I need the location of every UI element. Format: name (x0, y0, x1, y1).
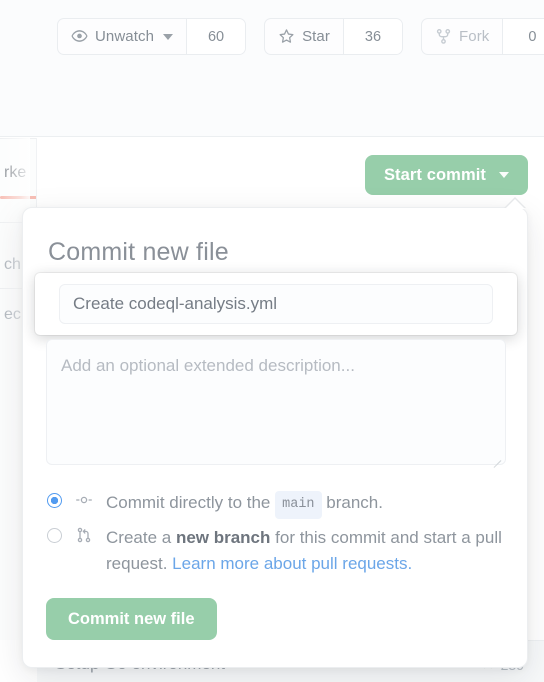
commit-directly-text-after: branch. (326, 493, 383, 512)
branch-name-chip: main (275, 491, 322, 519)
learn-more-pull-requests-link[interactable]: Learn more about pull requests. (172, 554, 412, 573)
page-root: Unwatch 60 Star 36 Fork 0 Start commit r… (0, 0, 544, 682)
commit-description-textarea[interactable] (46, 339, 506, 465)
commit-new-file-dialog: Commit new file Commit directly to the m… (22, 197, 528, 668)
chevron-down-icon (499, 172, 509, 178)
commit-new-file-button[interactable]: Commit new file (46, 598, 217, 640)
option-create-new-branch-label: Create a new branch for this commit and … (106, 525, 514, 577)
repo-social-buttons: Unwatch 60 Star 36 Fork 0 (57, 18, 544, 55)
radio-commit-directly[interactable] (47, 493, 62, 508)
option-create-new-branch[interactable]: Create a new branch for this commit and … (47, 525, 514, 577)
start-commit-row: Start commit (364, 155, 528, 195)
option-commit-directly-label: Commit directly to the main branch. (106, 490, 383, 519)
radio-create-new-branch[interactable] (47, 528, 62, 543)
start-commit-label: Start commit (383, 165, 486, 184)
start-commit-button[interactable]: Start commit (364, 155, 528, 195)
star-count: 36 (342, 19, 402, 54)
star-icon (278, 28, 295, 45)
fork-count: 0 (502, 19, 544, 54)
watch-button-group[interactable]: Unwatch 60 (57, 18, 247, 55)
background-tab-marketplace[interactable]: rke (4, 164, 26, 182)
background-tab-search[interactable]: ch (4, 256, 21, 274)
git-pull-request-icon (75, 527, 93, 548)
chevron-down-icon (163, 33, 174, 40)
repo-header: Unwatch 60 Star 36 Fork 0 (0, 0, 544, 137)
new-branch-text-before: Create a (106, 528, 172, 547)
commit-message-input[interactable] (59, 284, 493, 324)
dialog-caret (505, 199, 525, 209)
commit-message-focus-ring (35, 273, 517, 335)
fork-label: Fork (458, 28, 490, 45)
fork-button[interactable]: Fork (422, 19, 502, 54)
git-commit-icon (75, 492, 93, 513)
unwatch-label: Unwatch (95, 28, 155, 45)
unwatch-button[interactable]: Unwatch (58, 19, 186, 54)
background-tab-underline (0, 196, 36, 199)
fork-button-group[interactable]: Fork 0 (420, 18, 544, 55)
new-branch-emphasis: new branch (175, 528, 271, 547)
dialog-title: Commit new file (48, 238, 229, 266)
star-label: Star (302, 28, 330, 45)
star-button-group[interactable]: Star 36 (264, 18, 403, 55)
option-commit-directly[interactable]: Commit directly to the main branch. (47, 490, 383, 519)
star-button[interactable]: Star (265, 19, 343, 54)
eye-icon (71, 28, 88, 45)
commit-directly-text-before: Commit directly to the (106, 493, 271, 512)
watch-count: 60 (186, 19, 246, 54)
repo-forked-icon (435, 28, 452, 45)
background-tab-recent[interactable]: ec (4, 306, 21, 324)
